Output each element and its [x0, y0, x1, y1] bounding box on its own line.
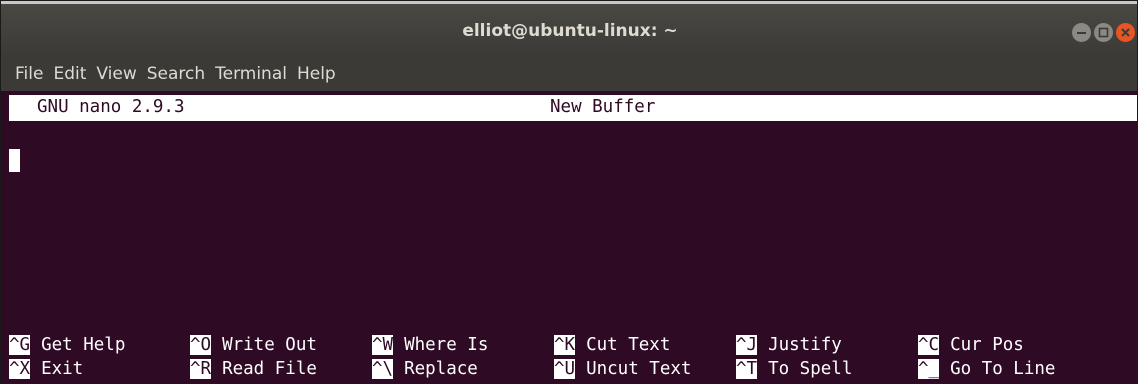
shortcut-label: Cut Text	[586, 335, 671, 355]
menu-edit[interactable]: Edit	[53, 64, 86, 84]
shortcut-label: Justify	[768, 335, 842, 355]
shortcut-where-is: ^W Where Is	[372, 335, 488, 355]
shortcut-read-file: ^R Read File	[190, 359, 317, 379]
shortcut-exit: ^X Exit	[9, 359, 83, 379]
shortcut-label: To Spell	[768, 359, 853, 379]
buffer-name: New Buffer	[550, 97, 656, 117]
shortcut-key: ^X	[9, 359, 31, 379]
shortcut-key: ^O	[190, 335, 212, 355]
menu-terminal[interactable]: Terminal	[215, 64, 287, 84]
terminal-area[interactable]: GNU nano 2.9.3 New Buffer ^G Get Help ^O W…	[1, 91, 1137, 383]
title-bar[interactable]: elliot@ubuntu-linux: ~	[1, 1, 1137, 57]
shortcut-cur-pos: ^C Cur Pos	[918, 335, 1024, 355]
maximize-icon	[1094, 23, 1113, 42]
shortcut-key: ^U	[554, 359, 576, 379]
shortcut-label: Where Is	[404, 335, 489, 355]
shortcut-label: Write Out	[222, 335, 317, 355]
shortcut-justify: ^J Justify	[736, 335, 842, 355]
text-cursor	[9, 149, 20, 172]
shortcut-key: ^W	[372, 335, 394, 355]
window-title: elliot@ubuntu-linux: ~	[462, 21, 678, 41]
menu-file[interactable]: File	[15, 64, 43, 84]
nano-status-bar: GNU nano 2.9.3 New Buffer	[9, 95, 1137, 121]
menu-search[interactable]: Search	[147, 64, 205, 84]
maximize-button[interactable]	[1094, 23, 1113, 42]
shortcut-uncut-text: ^U Uncut Text	[554, 359, 691, 379]
shortcut-key: ^\	[372, 359, 394, 379]
shortcut-cut-text: ^K Cut Text	[554, 335, 670, 355]
menu-bar: File Edit View Search Terminal Help	[1, 57, 1137, 91]
shortcut-label: Replace	[404, 359, 478, 379]
nano-version: GNU nano 2.9.3	[37, 97, 185, 117]
shortcut-key: ^K	[554, 335, 576, 355]
shortcut-label: Go To Line	[950, 359, 1056, 379]
minimize-button[interactable]	[1072, 23, 1091, 42]
shortcut-label: Cur Pos	[950, 335, 1024, 355]
shortcut-go-to-line: ^_ Go To Line	[918, 359, 1055, 379]
shortcut-label: Exit	[41, 359, 84, 379]
shortcut-label: Get Help	[41, 335, 126, 355]
terminal-window: elliot@ubuntu-linux: ~ File Edit View Se…	[0, 0, 1138, 384]
shortcut-write-out: ^O Write Out	[190, 335, 317, 355]
shortcut-key: ^R	[190, 359, 212, 379]
shortcut-to-spell: ^T To Spell	[736, 359, 852, 379]
close-button[interactable]	[1116, 23, 1135, 42]
menu-view[interactable]: View	[96, 64, 136, 84]
menu-help[interactable]: Help	[297, 64, 336, 84]
shortcut-key: ^C	[918, 335, 940, 355]
shortcut-label: Uncut Text	[586, 359, 692, 379]
shortcut-row: ^X Exit ^R Read File ^\ Replace ^U Uncut Tex…	[9, 359, 1137, 383]
shortcut-get-help: ^G Get Help	[9, 335, 125, 355]
shortcut-key: ^T	[736, 359, 758, 379]
shortcut-replace: ^\ Replace	[372, 359, 478, 379]
shortcut-key: ^_	[918, 359, 940, 379]
window-controls	[1072, 23, 1135, 42]
minimize-icon	[1072, 23, 1091, 42]
close-icon	[1116, 23, 1135, 42]
shortcut-key: ^J	[736, 335, 758, 355]
shortcut-key: ^G	[9, 335, 31, 355]
shortcut-label: Read File	[222, 359, 317, 379]
shortcut-bar: ^G Get Help ^O Write Out ^W Where Is ^K Cut …	[9, 335, 1137, 383]
shortcut-row: ^G Get Help ^O Write Out ^W Where Is ^K Cut …	[9, 335, 1137, 359]
